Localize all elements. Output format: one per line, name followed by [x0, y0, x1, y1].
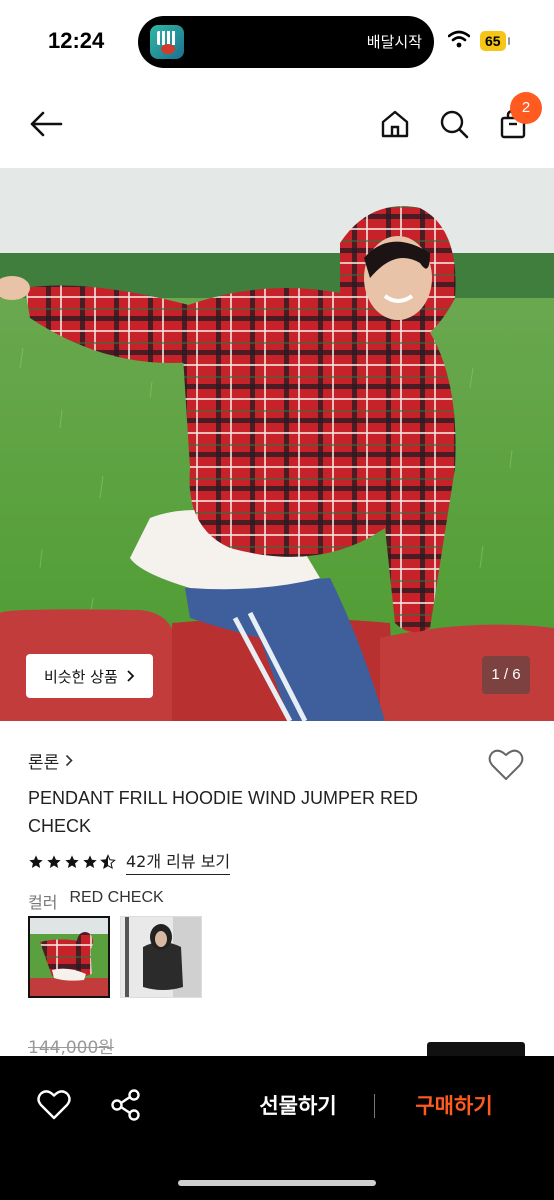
- color-row: 컬러 RED CHECK: [28, 889, 164, 913]
- brand-name: 론론: [28, 753, 60, 773]
- color-label: 컬러: [28, 893, 58, 912]
- product-photo: [0, 168, 554, 721]
- live-activity-text: 배달시작: [366, 33, 422, 51]
- color-options: [28, 916, 202, 998]
- top-nav: 2: [0, 88, 554, 164]
- star-icon: [83, 854, 97, 868]
- app-icon: [150, 25, 184, 59]
- rating-row: 42개 리뷰 보기: [28, 848, 231, 875]
- dynamic-island[interactable]: 배달시작: [138, 16, 434, 68]
- search-icon[interactable]: [436, 106, 472, 142]
- product-image-gallery[interactable]: 비슷한 상품 1 / 6: [0, 168, 554, 721]
- chevron-right-icon: [127, 670, 135, 682]
- star-icon: [47, 854, 61, 868]
- review-link[interactable]: 42개 리뷰 보기: [126, 848, 231, 875]
- like-heart-icon[interactable]: [36, 1088, 72, 1122]
- divider: [374, 1094, 375, 1118]
- gift-button[interactable]: 선물하기: [240, 1086, 356, 1126]
- star-icon: [65, 854, 79, 868]
- bottom-action-bar: 선물하기 구매하기: [0, 1056, 554, 1200]
- color-option-black[interactable]: [120, 916, 202, 998]
- half-star-icon: [100, 853, 116, 869]
- wishlist-heart-icon[interactable]: [488, 748, 524, 782]
- star-rating: [28, 853, 116, 870]
- home-indicator: [178, 1180, 376, 1186]
- black-thumbnail: [121, 917, 201, 997]
- cart-count-badge: 2: [510, 92, 542, 124]
- back-arrow-icon[interactable]: [28, 106, 64, 142]
- brand-link[interactable]: 론론: [28, 748, 73, 773]
- chevron-right-icon: [66, 754, 73, 767]
- image-page-indicator: 1 / 6: [482, 656, 530, 694]
- star-icon: [29, 854, 43, 868]
- battery-indicator: 65: [480, 31, 510, 51]
- similar-products-label: 비슷한 상품: [44, 667, 118, 686]
- status-time: 12:24: [48, 28, 105, 53]
- home-icon[interactable]: [377, 106, 413, 142]
- red-check-thumbnail: [30, 918, 108, 996]
- color-option-red-check[interactable]: [28, 916, 110, 998]
- color-value: RED CHECK: [69, 889, 164, 906]
- original-price: 144,000원: [28, 1038, 114, 1058]
- product-title: PENDANT FRILL HOODIE WIND JUMPER RED CHE…: [28, 788, 419, 836]
- share-icon[interactable]: [110, 1088, 142, 1122]
- similar-products-button[interactable]: 비슷한 상품: [26, 654, 153, 698]
- status-bar: 12:24 배달시작 65: [0, 0, 554, 84]
- wifi-icon: [448, 30, 470, 48]
- buy-button[interactable]: 구매하기: [396, 1086, 512, 1126]
